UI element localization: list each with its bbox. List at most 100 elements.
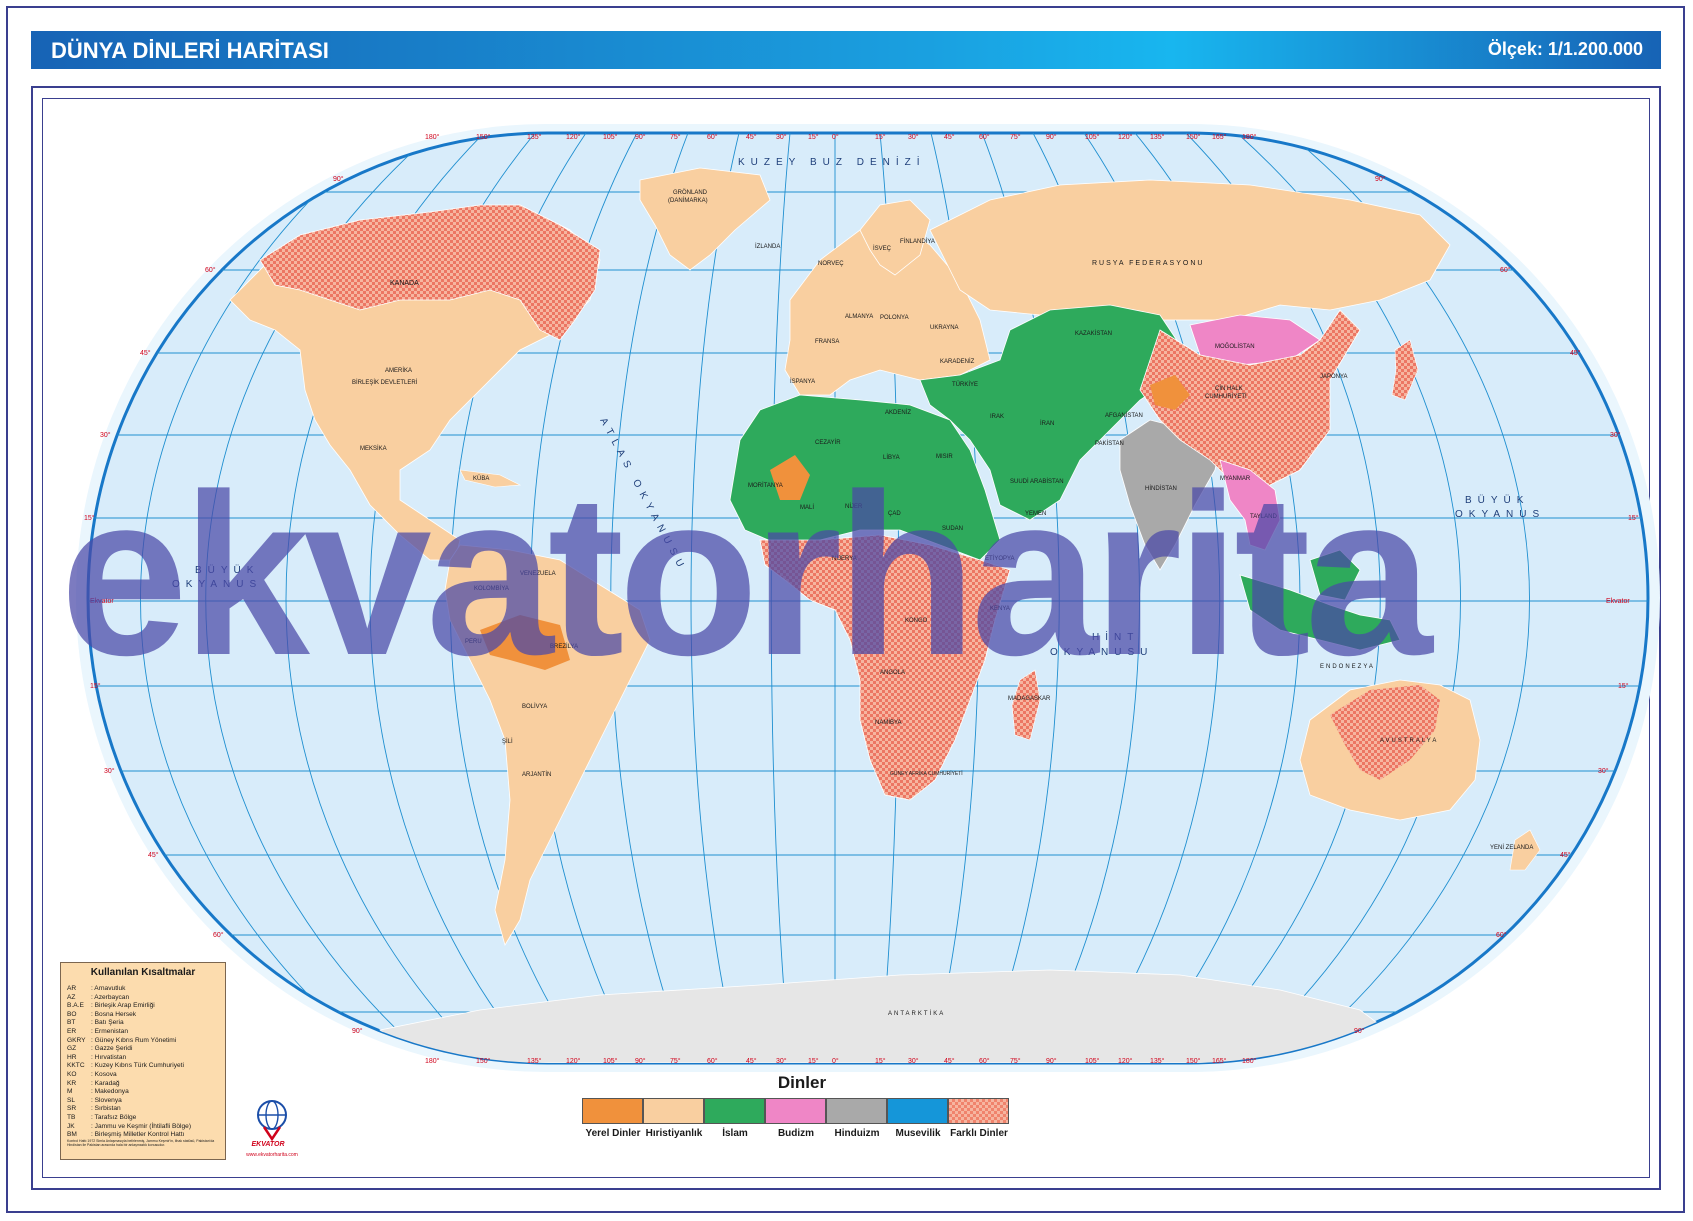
- top-degree-2: 135°: [527, 133, 542, 141]
- legend-swatch: [643, 1098, 704, 1124]
- top-degree-9: 30°: [776, 133, 787, 141]
- legend-label: Farklı Dinler: [950, 1128, 1008, 1139]
- right-degree-5: Ekvator: [1606, 598, 1630, 605]
- abbreviation-name: : Gazze Şeridi: [91, 1045, 133, 1053]
- top-degree-11: 0°: [832, 133, 839, 141]
- bottom-degree-16: 75°: [1010, 1057, 1021, 1065]
- abbreviation-code: KO: [67, 1070, 77, 1078]
- label-sweden: İSVEÇ: [873, 245, 892, 252]
- abbreviation-code: JK: [67, 1122, 75, 1130]
- label-yemen: YEMEN: [1025, 511, 1046, 517]
- label-chad: ÇAD: [888, 511, 901, 517]
- abbreviation-name: : Jammu ve Keşmir (İhtilafli Bölge): [91, 1122, 192, 1130]
- top-degree-3: 120°: [566, 133, 581, 141]
- bottom-degree-11: 0°: [832, 1057, 839, 1065]
- legend-swatch: [704, 1098, 765, 1124]
- label-france: FRANSA: [815, 339, 839, 345]
- bottom-degree-7: 60°: [707, 1057, 718, 1065]
- abbreviation-code: SR: [67, 1105, 77, 1113]
- right-degree-9: 60°: [1496, 931, 1507, 939]
- pacific-east-label-1: BÜYÜK: [1465, 494, 1529, 506]
- left-degree-8: 45°: [148, 851, 159, 859]
- left-degree-7: 30°: [104, 767, 115, 775]
- legend-item-judaism: Musevilik: [887, 1098, 949, 1139]
- abbreviation-row: HR : Hırvatistan: [67, 1054, 191, 1063]
- right-degree-10: 90°: [1354, 1027, 1365, 1035]
- label-colombia: KOLOMBİYA: [474, 585, 509, 592]
- right-degree-3: 30°: [1610, 431, 1621, 439]
- abbreviation-row: KKTC: Kuzey Kıbrıs Türk Cumhuriyeti: [67, 1062, 191, 1071]
- ekvator-logo[interactable]: EKVATOR www.ekvatorharita.com: [232, 1097, 312, 1163]
- abbreviation-name: : Kuzey Kıbrıs Türk Cumhuriyeti: [91, 1062, 184, 1070]
- label-chile: ŞİLİ: [502, 738, 513, 745]
- arctic-ocean-label: KUZEY BUZ DENİZİ: [738, 155, 926, 168]
- label-bolivia: BOLİVYA: [522, 703, 547, 710]
- bottom-degree-21: 150°: [1186, 1057, 1201, 1065]
- right-degree-4: 15°: [1628, 514, 1639, 522]
- top-degree-19: 120°: [1118, 133, 1133, 141]
- bottom-degree-14: 45°: [944, 1057, 955, 1065]
- label-usa-1: AMERİKA: [385, 367, 412, 374]
- label-namibia: NAMİBYA: [875, 719, 902, 726]
- label-venezuela: VENEZUELA: [520, 571, 556, 577]
- label-greenland: GRÖNLAND: [673, 189, 708, 196]
- religions-legend: Dinler Yerel Dinler Hıristiyanlık İslam …: [582, 1073, 1022, 1143]
- label-kazakhstan: KAZAKİSTAN: [1075, 330, 1112, 337]
- abbreviation-code: M: [67, 1088, 73, 1096]
- abbreviation-code: GZ: [67, 1045, 77, 1053]
- top-degree-23: 180°: [1242, 133, 1257, 141]
- label-spain: İSPANYA: [790, 378, 815, 385]
- bottom-degree-5: 90°: [635, 1057, 646, 1065]
- abbreviation-name: : Slovenya: [91, 1096, 122, 1104]
- indian-ocean-label-1: HİNT: [1092, 630, 1139, 643]
- top-degree-14: 45°: [944, 133, 955, 141]
- abbreviation-name: : Azerbaycan: [91, 993, 130, 1001]
- abbreviation-code: GKRY: [67, 1036, 86, 1044]
- abbreviation-code: BO: [67, 1010, 77, 1018]
- logo-url[interactable]: www.ekvatorharita.com: [232, 1152, 312, 1158]
- label-new-zealand: YENİ ZELANDA: [1490, 844, 1533, 851]
- legend-swatch: [765, 1098, 826, 1124]
- label-turkey: TÜRKİYE: [952, 381, 978, 388]
- bottom-degree-2: 135°: [527, 1057, 542, 1065]
- label-canada: KANADA: [390, 280, 419, 287]
- top-degree-20: 135°: [1150, 133, 1165, 141]
- legend-item-christianity: Hıristiyanlık: [643, 1098, 705, 1139]
- bottom-degree-23: 180°: [1242, 1057, 1257, 1065]
- top-degree-13: 30°: [908, 133, 919, 141]
- bottom-degree-10: 15°: [808, 1057, 819, 1065]
- left-degree-10: 90°: [352, 1027, 363, 1035]
- label-india: HİNDİSTAN: [1145, 485, 1177, 492]
- abbreviation-row: B.A.E: Birleşik Arap Emirliği: [67, 1002, 191, 1011]
- abbreviation-name: : Hırvatistan: [91, 1053, 127, 1061]
- abbreviation-name: : Birleşik Arap Emirliği: [91, 1002, 155, 1010]
- abbreviation-row: SR: Sırbistan: [67, 1105, 191, 1114]
- label-iran: İRAN: [1040, 420, 1054, 427]
- bottom-degree-6: 75°: [670, 1057, 681, 1065]
- pacific-east-label-2: OKYANUS: [1455, 509, 1545, 520]
- bottom-degree-8: 45°: [746, 1057, 757, 1065]
- label-australia: AVUSTRALYA: [1380, 738, 1438, 744]
- label-libya: LİBYA: [883, 454, 900, 461]
- label-usa-2: BİRLEŞİK DEVLETLERİ: [352, 379, 418, 386]
- label-algeria: CEZAYİR: [815, 439, 841, 446]
- top-degree-15: 60°: [979, 133, 990, 141]
- abbreviation-name: : Batı Şeria: [91, 1019, 124, 1027]
- top-degree-5: 90°: [635, 133, 646, 141]
- bottom-degree-1: 150°: [476, 1057, 491, 1065]
- label-japan: JAPONYA: [1320, 374, 1348, 380]
- label-peru: PERU: [465, 639, 482, 645]
- label-cuba: KÜBA: [473, 475, 489, 482]
- abbreviations-list: AR: Arnavutluk AZ: Azerbaycan B.A.E: Birle…: [67, 985, 191, 1140]
- bottom-degree-20: 135°: [1150, 1057, 1165, 1065]
- label-russia: RUSYA FEDERASYONU: [1092, 260, 1204, 267]
- indian-ocean-label-2: OKYANUSU: [1050, 647, 1153, 658]
- abbreviations-box: Kullanılan Kısaltmalar AR: Arnavutluk AZ:…: [60, 962, 226, 1160]
- legend-item-other: Farklı Dinler: [948, 1098, 1010, 1139]
- legend-title: Dinler: [777, 1073, 827, 1092]
- label-iraq: IRAK: [990, 414, 1004, 420]
- world-map[interactable]: KUZEY BUZ DENİZİ ATLAS OKYANUSU BÜYÜK OK…: [0, 0, 1693, 1221]
- abbreviation-code: HR: [67, 1053, 77, 1061]
- pacific-west-label-1: BÜYÜK: [195, 564, 259, 576]
- label-antarctica: ANTARKTİKA: [888, 1010, 945, 1017]
